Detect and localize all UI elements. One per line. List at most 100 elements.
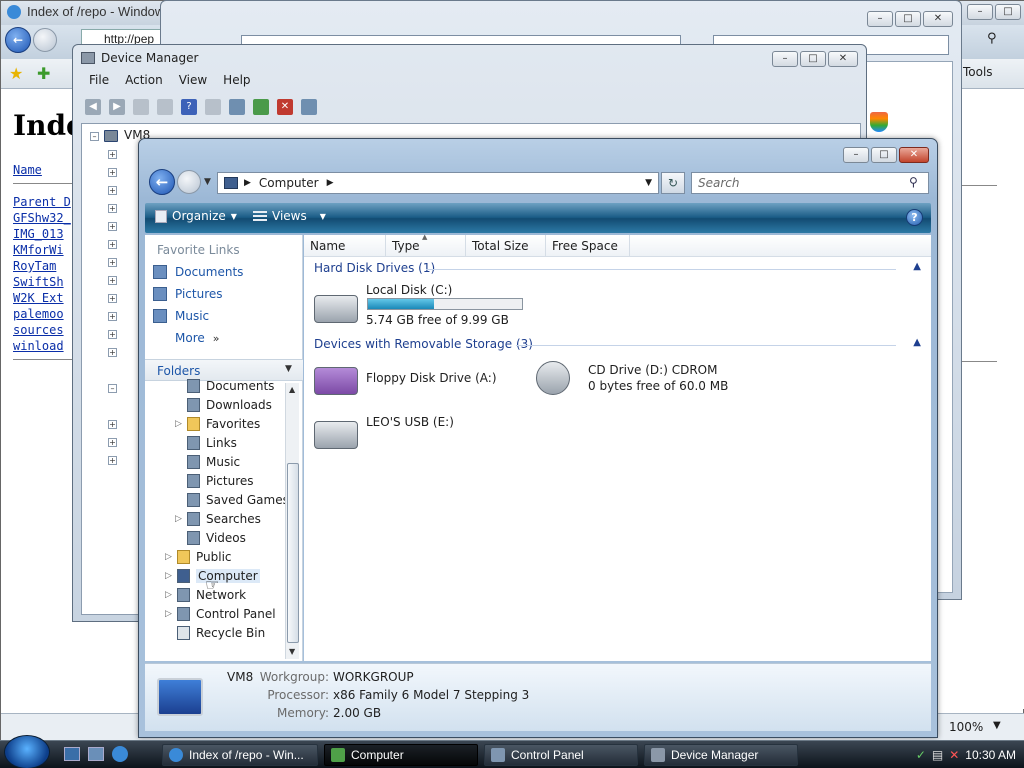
expand-icon[interactable]: ▷ <box>175 514 182 524</box>
forward-button[interactable] <box>177 170 201 194</box>
folder-item[interactable]: Music <box>187 455 240 469</box>
folder-item[interactable]: Downloads <box>187 398 272 412</box>
maximize-icon[interactable]: □ <box>800 51 826 67</box>
folder-item[interactable]: Pictures <box>187 474 254 488</box>
taskbar-button-computer[interactable]: Computer <box>324 744 478 766</box>
ie-link[interactable]: Parent D <box>13 195 71 209</box>
close-icon[interactable]: ✕ <box>828 51 858 67</box>
ie-link[interactable]: KMforWi <box>13 243 64 257</box>
refresh-button[interactable]: ↻ <box>661 172 685 194</box>
menu-view[interactable]: View <box>171 71 215 91</box>
folder-item[interactable]: Videos <box>187 531 246 545</box>
folder-item[interactable]: Public <box>177 550 232 564</box>
folder-item[interactable]: Control Panel <box>177 607 276 621</box>
folder-item[interactable]: Saved Games <box>187 493 289 507</box>
expand-icon[interactable]: + <box>108 204 117 213</box>
expand-icon[interactable]: + <box>108 456 117 465</box>
back-icon[interactable]: ◀ <box>85 99 101 115</box>
favorite-link-documents[interactable]: Documents <box>153 265 243 279</box>
menu-action[interactable]: Action <box>117 71 171 91</box>
expand-icon[interactable]: + <box>108 420 117 429</box>
ie-link[interactable]: sources <box>13 323 64 337</box>
maximize-icon[interactable]: □ <box>995 4 1021 20</box>
zoom-level[interactable]: 100% <box>949 720 983 734</box>
expand-icon[interactable]: + <box>108 276 117 285</box>
more-links-button[interactable]: More » <box>175 331 219 345</box>
recent-pages-icon[interactable]: ▼ <box>204 177 211 187</box>
views-button[interactable]: Views ▼ <box>253 209 326 223</box>
ie-link[interactable]: palemoo <box>13 307 64 321</box>
disable-icon[interactable] <box>301 99 317 115</box>
switch-windows-icon[interactable] <box>88 747 104 761</box>
collapse-icon[interactable]: – <box>108 384 117 393</box>
drive-cd-d[interactable]: CD Drive (D:) CDROM 0 bytes free of 60.0… <box>536 361 776 401</box>
forward-icon[interactable]: ▶ <box>109 99 125 115</box>
show-desktop-icon[interactable] <box>64 747 80 761</box>
network-status-icon[interactable]: ✓ <box>916 748 926 762</box>
close-icon[interactable]: ✕ <box>923 11 953 27</box>
ie-link[interactable]: W2K Ext <box>13 291 64 305</box>
breadcrumb-computer[interactable]: Computer <box>259 176 319 190</box>
breadcrumb-arrow-icon[interactable]: ▶ <box>327 178 334 188</box>
ie-forward-icon[interactable] <box>33 28 57 52</box>
folder-item[interactable]: Favorites <box>187 417 260 431</box>
taskbar-button-control-panel[interactable]: Control Panel <box>484 744 638 766</box>
ie-link[interactable]: GFShw32_ <box>13 211 71 225</box>
ie-quicklaunch-icon[interactable] <box>112 746 128 762</box>
ie-link[interactable]: Name <box>13 163 42 177</box>
expand-icon[interactable]: ▷ <box>165 590 172 600</box>
folder-item[interactable]: Links <box>187 436 237 450</box>
update-driver-icon[interactable] <box>253 99 269 115</box>
minimize-icon[interactable]: – <box>867 11 893 27</box>
network-icon[interactable]: ▤ <box>932 748 943 762</box>
folders-scrollbar[interactable]: ▲ ▼ <box>285 383 299 659</box>
expand-icon[interactable]: + <box>108 222 117 231</box>
drive-floppy-a[interactable]: Floppy Disk Drive (A:) <box>314 361 524 401</box>
scrollbar-thumb[interactable] <box>287 463 299 643</box>
scroll-up-icon[interactable]: ▲ <box>289 385 295 394</box>
taskbar-button-ie[interactable]: Index of /repo - Win... <box>162 744 318 766</box>
ie-link[interactable]: winload <box>13 339 64 353</box>
folders-header[interactable]: Folders ▼ <box>145 359 303 381</box>
menu-file[interactable]: File <box>81 71 117 91</box>
ie-link[interactable]: IMG_013 <box>13 227 64 241</box>
favorite-link-music[interactable]: Music <box>153 309 209 323</box>
ie-link[interactable]: SwiftSh <box>13 275 64 289</box>
column-total-size[interactable]: Total Size <box>466 235 546 256</box>
breadcrumb-arrow-icon[interactable]: ▶ <box>244 178 251 188</box>
expand-icon[interactable]: + <box>108 258 117 267</box>
favorite-link-pictures[interactable]: Pictures <box>153 287 223 301</box>
help-icon[interactable]: ? <box>181 99 197 115</box>
favorites-star-icon[interactable]: ★ <box>9 64 23 83</box>
expand-icon[interactable]: + <box>108 240 117 249</box>
minimize-icon[interactable]: – <box>967 4 993 20</box>
properties-icon[interactable] <box>133 99 149 115</box>
expand-icon[interactable]: + <box>108 312 117 321</box>
minimize-icon[interactable]: – <box>772 51 798 67</box>
add-favorites-icon[interactable]: ✚ <box>37 64 50 83</box>
expand-icon[interactable]: + <box>108 330 117 339</box>
group-hard-disk-drives[interactable]: Hard Disk Drives (1) <box>314 261 435 275</box>
maximize-icon[interactable]: □ <box>871 147 897 163</box>
clock[interactable]: 10:30 AM <box>965 748 1016 762</box>
menu-help[interactable]: Help <box>215 71 258 91</box>
view-icon[interactable] <box>205 99 221 115</box>
maximize-icon[interactable]: □ <box>895 11 921 27</box>
ie-back-icon[interactable]: ← <box>5 27 31 53</box>
volume-muted-icon[interactable]: ✕ <box>949 748 959 762</box>
collapse-group-icon[interactable]: ▲ <box>913 337 921 348</box>
taskbar-button-device-manager[interactable]: Device Manager <box>644 744 798 766</box>
organize-button[interactable]: Organize ▼ <box>155 209 237 223</box>
start-button[interactable] <box>4 735 50 768</box>
help-icon[interactable]: ? <box>906 209 923 226</box>
collapse-group-icon[interactable]: ▲ <box>913 261 921 272</box>
collapse-icon[interactable]: – <box>90 132 99 141</box>
expand-icon[interactable]: + <box>108 438 117 447</box>
search-icon[interactable]: ⚲ <box>909 175 918 189</box>
expand-icon[interactable]: + <box>108 168 117 177</box>
drive-usb-e[interactable]: LEO'S USB (E:) <box>314 415 524 451</box>
folder-item[interactable]: Recycle Bin <box>177 626 265 640</box>
expand-icon[interactable]: + <box>108 186 117 195</box>
scan-hardware-icon[interactable] <box>229 99 245 115</box>
ie-tools-menu[interactable]: Tools <box>963 65 993 79</box>
